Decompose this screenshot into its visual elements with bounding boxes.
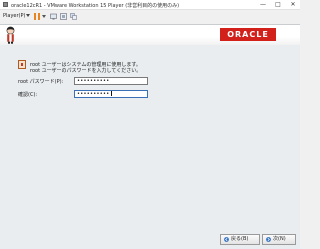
- back-button-label: 戻る(B): [231, 236, 249, 242]
- pause-dropdown-icon[interactable]: [42, 15, 46, 18]
- root-password-label: root パスワード(P):: [18, 79, 64, 85]
- maximize-button[interactable]: □: [271, 0, 285, 9]
- info-icon: [18, 60, 26, 69]
- confirm-password-label: 確認(C):: [18, 92, 38, 98]
- guest-installer-screen[interactable]: ORACLE root ユーザーはシステムの管理用に使用します。 root ユー…: [0, 24, 300, 249]
- oracle-logo: ORACLE: [220, 28, 276, 41]
- player-toolbar: Player(P): [0, 10, 300, 24]
- next-button[interactable]: 次(N): [262, 234, 296, 245]
- player-menu[interactable]: Player(P): [3, 13, 31, 19]
- back-button[interactable]: 戻る(B): [220, 234, 260, 245]
- vmware-app-icon: [3, 2, 8, 7]
- root-password-input[interactable]: ••••••••••: [74, 77, 148, 85]
- oracle-banner: ORACLE: [0, 25, 300, 45]
- instruction-line-2: root ユーザーのパスワードを入力してください。: [30, 68, 142, 74]
- player-menu-label: Player(P): [3, 13, 26, 19]
- window-title-bar: oracle12cR1 - VMware Workstation 15 Play…: [0, 0, 300, 10]
- next-button-label: 次(N): [273, 236, 286, 242]
- pause-icon[interactable]: [34, 13, 40, 20]
- window-title: oracle12cR1 - VMware Workstation 15 Play…: [11, 3, 180, 9]
- confirm-password-input[interactable]: ••••••••••: [74, 90, 148, 98]
- vm-settings-icon[interactable]: [50, 13, 57, 20]
- chevron-down-icon: [26, 14, 31, 17]
- fullscreen-icon[interactable]: [60, 13, 67, 20]
- arrow-left-icon: [224, 237, 229, 242]
- root-password-value: ••••••••••: [77, 78, 110, 84]
- text-cursor: [110, 91, 112, 96]
- unity-icon[interactable]: [70, 13, 77, 20]
- arrow-right-icon: [266, 237, 271, 242]
- minimize-button[interactable]: —: [256, 0, 270, 9]
- confirm-password-value: ••••••••••: [77, 91, 110, 97]
- close-button[interactable]: ✕: [286, 0, 300, 9]
- installer-mascot-icon: [3, 26, 18, 44]
